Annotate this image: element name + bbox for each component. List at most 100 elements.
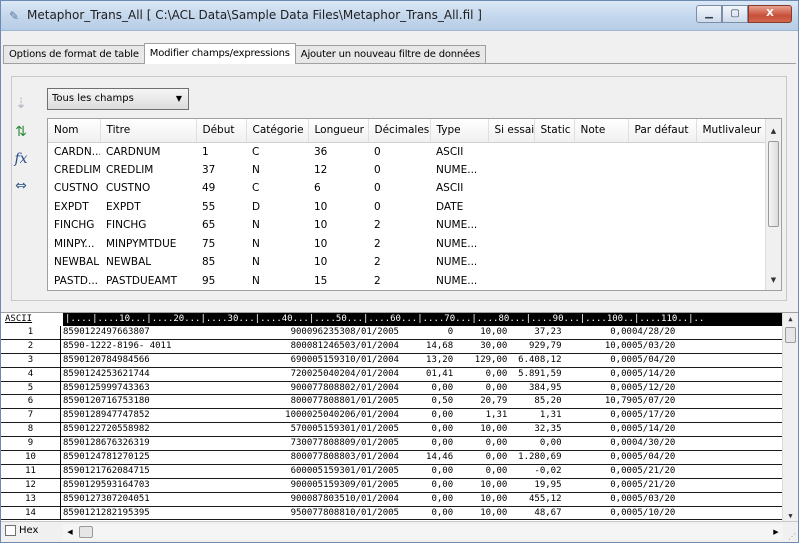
table-cell[interactable]: 37 xyxy=(196,161,246,180)
table-row[interactable]: CREDLIM CREDLIM 37 N 12 0 NUME... xyxy=(48,161,766,180)
scroll-left-icon[interactable]: ◀ xyxy=(63,524,77,540)
column-header[interactable]: Par défaut xyxy=(628,119,697,143)
minimize-button[interactable]: ▁ xyxy=(696,5,722,23)
table-cell[interactable]: MINPY... xyxy=(48,235,100,254)
table-cell[interactable]: 2 xyxy=(368,253,430,272)
table-cell[interactable]: CARDNUM xyxy=(100,142,196,161)
table-cell[interactable]: MINPYMTDUE xyxy=(100,235,196,254)
table-row[interactable]: PASTD... PASTDUEAMT 95 N 15 2 NUME... xyxy=(48,272,766,291)
scroll-up-icon[interactable]: ▲ xyxy=(766,123,781,139)
table-cell[interactable]: 49 xyxy=(196,179,246,198)
table-cell[interactable]: NUME... xyxy=(430,235,488,254)
table-cell[interactable]: N xyxy=(246,161,308,180)
table-row[interactable]: MINPY... MINPYMTDUE 75 N 10 2 NUME... xyxy=(48,235,766,254)
table-cell[interactable] xyxy=(488,142,534,161)
table-cell[interactable]: 0 xyxy=(368,142,430,161)
raw-row[interactable]: 8 8590122720558982 570005159301/01/2005 0… xyxy=(1,423,782,438)
close-button[interactable]: X xyxy=(748,5,792,23)
table-cell[interactable]: EXPDT xyxy=(48,198,100,217)
table-cell[interactable] xyxy=(488,272,534,291)
raw-row[interactable]: 4 8590124253621744 720025040204/01/2004 0… xyxy=(1,367,782,382)
table-cell[interactable]: NUME... xyxy=(430,216,488,235)
table-cell[interactable] xyxy=(574,216,628,235)
table-cell[interactable] xyxy=(696,216,766,235)
table-cell[interactable]: N xyxy=(246,272,308,291)
table-cell[interactable] xyxy=(534,179,574,198)
scroll-thumb[interactable] xyxy=(785,327,796,343)
scroll-down-icon[interactable]: ▼ xyxy=(783,512,798,520)
table-cell[interactable]: NUME... xyxy=(430,272,488,291)
scroll-thumb[interactable] xyxy=(768,141,779,227)
table-cell[interactable] xyxy=(488,179,534,198)
column-width-icon[interactable]: ⇔ xyxy=(10,175,32,197)
raw-row[interactable]: 2 8590-1222-8196- 4011 800081246503/01/20… xyxy=(1,339,782,354)
table-cell[interactable] xyxy=(696,179,766,198)
table-cell[interactable]: N xyxy=(246,253,308,272)
column-header[interactable]: Type xyxy=(430,119,489,143)
table-cell[interactable]: EXPDT xyxy=(100,198,196,217)
table-cell[interactable]: 12 xyxy=(308,161,368,180)
table-cell[interactable] xyxy=(534,272,574,291)
expression-fx-icon[interactable]: fx xyxy=(10,148,32,170)
table-cell[interactable]: 36 xyxy=(308,142,368,161)
table-cell[interactable]: 10 xyxy=(308,198,368,217)
table-cell[interactable] xyxy=(696,142,766,161)
raw-row[interactable]: 14 8590121282195395 950077808810/01/2005 … xyxy=(1,506,782,521)
tab-table-format-options[interactable]: Options de format de table xyxy=(3,45,145,64)
tab-add-data-filter[interactable]: Ajouter un nouveau filtre de données xyxy=(294,45,486,64)
table-row[interactable]: FINCHG FINCHG 65 N 10 2 NUME... xyxy=(48,216,766,235)
table-cell[interactable]: N xyxy=(246,216,308,235)
table-cell[interactable]: 6 xyxy=(308,179,368,198)
column-header[interactable]: Nom xyxy=(48,119,101,143)
column-header[interactable]: Début xyxy=(196,119,247,143)
raw-row[interactable]: 7 8590128947747852 1000025040206/01/2004 … xyxy=(1,409,782,424)
column-header[interactable]: Catégorie xyxy=(246,119,309,143)
table-cell[interactable]: PASTDUEAMT xyxy=(100,272,196,291)
scroll-up-icon[interactable]: ▲ xyxy=(783,315,798,323)
table-cell[interactable]: CUSTNO xyxy=(48,179,100,198)
table-cell[interactable]: 2 xyxy=(368,272,430,291)
column-header[interactable]: Titre xyxy=(100,119,197,143)
table-cell[interactable]: 1 xyxy=(196,142,246,161)
table-cell[interactable]: FINCHG xyxy=(48,216,100,235)
table-row[interactable]: NEWBAL NEWBAL 85 N 10 2 NUME... xyxy=(48,253,766,272)
table-cell[interactable]: 2 xyxy=(368,235,430,254)
table-cell[interactable]: 75 xyxy=(196,235,246,254)
move-field-icon[interactable]: ⇅ xyxy=(10,121,32,143)
table-cell[interactable] xyxy=(534,198,574,217)
table-cell[interactable]: 85 xyxy=(196,253,246,272)
fields-table-scrollbar[interactable]: ▲ ▼ xyxy=(765,119,781,290)
table-cell[interactable] xyxy=(488,253,534,272)
table-cell[interactable] xyxy=(628,235,696,254)
table-cell[interactable] xyxy=(534,142,574,161)
table-cell[interactable] xyxy=(628,272,696,291)
hex-checkbox[interactable] xyxy=(5,525,16,536)
table-cell[interactable] xyxy=(488,198,534,217)
raw-row[interactable]: 1 8590122497663807 900096235308/01/2005 0… xyxy=(1,326,782,340)
table-cell[interactable] xyxy=(574,161,628,180)
table-cell[interactable]: 2 xyxy=(368,216,430,235)
table-cell[interactable]: C xyxy=(246,142,308,161)
table-cell[interactable]: 0 xyxy=(368,161,430,180)
raw-view-scrollbar[interactable]: ▲ ▼ xyxy=(782,313,798,521)
table-cell[interactable]: 95 xyxy=(196,272,246,291)
table-cell[interactable]: NEWBAL xyxy=(48,253,100,272)
raw-row[interactable]: 13 8590127307204051 900087803510/01/2004 … xyxy=(1,492,782,507)
table-cell[interactable]: DATE xyxy=(430,198,488,217)
raw-row[interactable]: 10 8590124781270125 800077808803/01/2004 … xyxy=(1,451,782,465)
table-cell[interactable]: CUSTNO xyxy=(100,179,196,198)
raw-row[interactable]: 12 8590129593164703 900005159309/01/2005 … xyxy=(1,478,782,493)
table-cell[interactable] xyxy=(534,253,574,272)
table-cell[interactable]: 65 xyxy=(196,216,246,235)
table-cell[interactable] xyxy=(574,179,628,198)
table-cell[interactable] xyxy=(534,216,574,235)
table-cell[interactable] xyxy=(534,161,574,180)
column-header[interactable]: Static xyxy=(534,119,575,143)
column-header[interactable]: Décimales xyxy=(368,119,431,143)
table-cell[interactable] xyxy=(696,161,766,180)
table-cell[interactable] xyxy=(628,198,696,217)
table-cell[interactable] xyxy=(628,216,696,235)
table-cell[interactable] xyxy=(534,235,574,254)
table-cell[interactable] xyxy=(696,253,766,272)
table-cell[interactable] xyxy=(574,253,628,272)
